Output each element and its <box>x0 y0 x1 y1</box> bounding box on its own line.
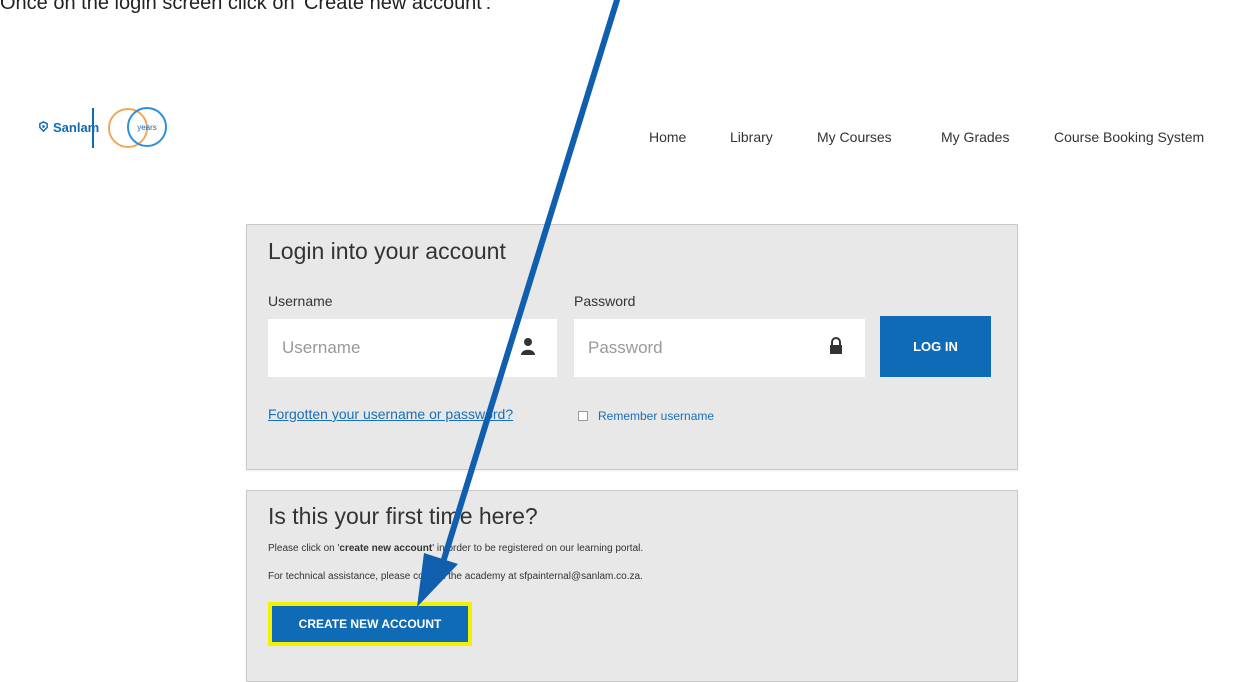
logo-divider <box>92 108 94 148</box>
remember-username-checkbox[interactable] <box>578 410 588 421</box>
username-placeholder: Username <box>282 338 361 357</box>
password-label: Password <box>574 293 636 309</box>
nav-item-my-grades[interactable]: My Grades <box>941 129 1009 145</box>
forgot-password-link[interactable]: Forgotten your username or password? <box>268 406 513 422</box>
logo-badge-text: years <box>137 123 157 132</box>
technical-assistance-text: For technical assistance, please contact… <box>268 571 643 582</box>
log-in-button[interactable]: LOG IN <box>880 316 991 377</box>
password-field[interactable]: Password <box>574 319 865 377</box>
password-placeholder: Password <box>588 338 663 357</box>
nav-item-course-booking-system[interactable]: Course Booking System <box>1054 129 1204 145</box>
remember-username-label: Remember username <box>598 409 715 423</box>
username-label: Username <box>268 293 333 309</box>
login-panel: Login into your account Username Usernam… <box>246 224 1018 470</box>
instruction-text: Once on the login screen click on 'Creat… <box>0 0 492 14</box>
nav-item-my-courses[interactable]: My Courses <box>817 129 892 145</box>
sanlam-shield-icon <box>38 120 49 135</box>
create-new-account-button[interactable]: CREATE NEW ACCOUNT <box>268 602 472 646</box>
first-time-panel: Is this your first time here? Please cli… <box>246 490 1018 682</box>
nav-item-home[interactable]: Home <box>649 129 686 145</box>
first-time-title: Is this your first time here? <box>268 503 538 529</box>
centenary-badge-icon: years <box>108 107 167 148</box>
login-title: Login into your account <box>268 238 506 264</box>
user-icon <box>521 338 535 355</box>
lock-icon <box>830 337 842 354</box>
nav-item-library[interactable]: Library <box>730 129 773 145</box>
create-account-instruction: Please click on 'create new account' in … <box>268 543 644 554</box>
remember-username[interactable]: Remember username <box>578 409 714 423</box>
username-field[interactable]: Username <box>268 319 557 377</box>
